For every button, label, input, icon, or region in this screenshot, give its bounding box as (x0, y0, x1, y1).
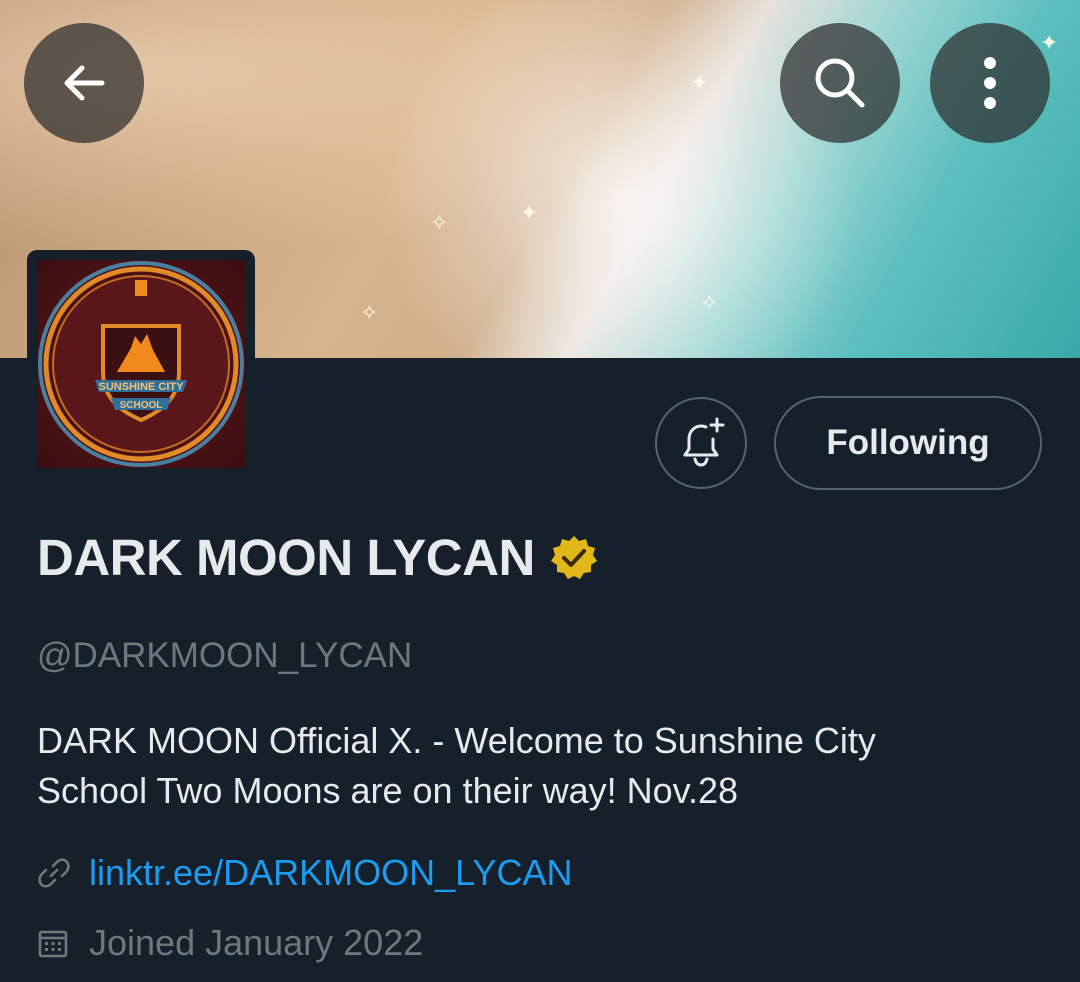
profile-link-row: linktr.ee/DARKMOON_LYCAN (37, 852, 572, 894)
bio-line: School Two Moons are on their way! Nov.2… (37, 770, 739, 811)
avatar[interactable]: SUNSHINE CITY SCHOOL (37, 260, 245, 468)
banner-sparkle: ✧ (700, 290, 719, 315)
banner-sparkle: ✦ (1040, 30, 1059, 55)
arrow-left-icon (64, 65, 105, 101)
profile-joined-row: Joined January 2022 (37, 922, 423, 964)
crest-text-bottom: SCHOOL (120, 400, 163, 411)
bio-line: DARK MOON Official X. - Welcome to Sunsh… (37, 720, 876, 761)
more-options-button[interactable] (930, 23, 1050, 143)
link-icon (38, 858, 70, 888)
back-button[interactable] (24, 23, 144, 143)
joined-date: Joined January 2022 (89, 922, 424, 963)
banner-sparkle: ✧ (430, 210, 449, 235)
verified-badge-icon (550, 535, 597, 579)
bell-plus-icon (683, 417, 725, 467)
calendar-icon (38, 930, 68, 958)
school-crest-logo: SUNSHINE CITY SCHOOL (38, 261, 244, 467)
crest-text-top: SUNSHINE CITY (99, 381, 185, 393)
search-icon (815, 58, 865, 108)
following-button[interactable]: Following (774, 396, 1042, 490)
profile-name-row: DARK MOON LYCAN (37, 528, 599, 587)
notifications-button[interactable] (655, 397, 747, 489)
display-name: DARK MOON LYCAN (37, 529, 535, 586)
search-button[interactable] (780, 23, 900, 143)
more-vertical-icon (984, 57, 996, 109)
profile-website-link[interactable]: linktr.ee/DARKMOON_LYCAN (89, 852, 572, 894)
banner-sparkle: ✧ (360, 300, 379, 325)
profile-bio: DARK MOON Official X. - Welcome to Sunsh… (37, 716, 1037, 816)
profile-handle: @DARKMOON_LYCAN (37, 636, 413, 675)
banner-sparkle: ✦ (690, 70, 709, 95)
banner-sparkle: ✦ (520, 200, 539, 225)
